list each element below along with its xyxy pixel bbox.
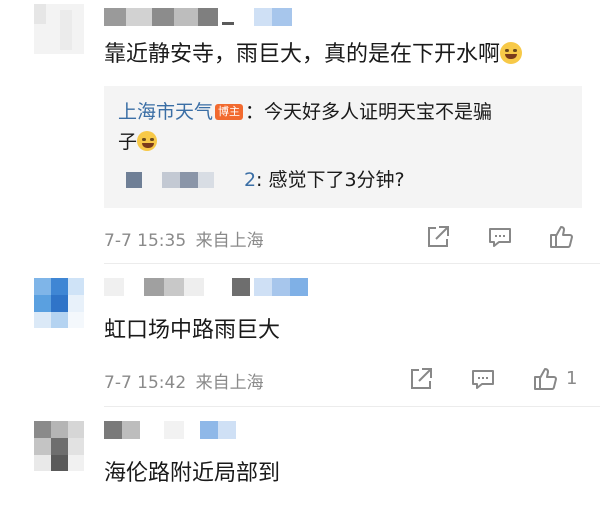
comment-button[interactable]	[487, 224, 513, 250]
avatar[interactable]	[34, 421, 84, 471]
reply-username[interactable]: 上海市天气	[118, 101, 213, 123]
share-icon	[428, 226, 449, 247]
reply-text: ：今天好多人证明天宝不是骗	[245, 101, 493, 123]
comment-item: 虹口场中路雨巨大 7-7 15:42 来自上海 1	[0, 264, 600, 406]
reply-text-cont: 子	[118, 131, 138, 153]
share-icon	[411, 368, 432, 389]
comment-meta: 7-7 15:42 来自上海	[104, 368, 264, 393]
share-button[interactable]	[425, 224, 451, 250]
username-redacted[interactable]	[104, 421, 324, 443]
thumbs-up-icon	[534, 368, 557, 390]
like-button[interactable]	[532, 366, 558, 392]
location: 来自上海	[195, 231, 264, 251]
avatar[interactable]	[34, 4, 84, 54]
like-count: 1	[566, 368, 578, 389]
comment-text: 海伦路附近局部到	[104, 461, 281, 486]
comment-item: 靠近静安寺，雨巨大，真的是在下开水啊 上海市天气 博主 ：今天好多人证明天宝不是骗 …	[0, 0, 600, 262]
avatar[interactable]	[34, 278, 84, 328]
comment-meta: 7-7 15:35 来自上海	[104, 226, 264, 251]
reply-box[interactable]: 上海市天气 博主 ：今天好多人证明天宝不是骗 子 2 : 感觉下了3分钟?	[104, 86, 582, 208]
reply-text: : 感觉下了3分钟?	[256, 169, 405, 191]
laughing-tears-emoji-icon	[500, 42, 523, 64]
comment-text: 靠近静安寺，雨巨大，真的是在下开水啊	[104, 40, 523, 70]
blogger-badge: 博主	[215, 104, 244, 120]
timestamp: 7-7 15:35	[104, 231, 187, 251]
reply-username-suffix[interactable]: 2	[244, 166, 256, 194]
thumbs-up-icon	[550, 226, 573, 248]
scared-face-emoji-icon	[137, 131, 158, 151]
share-button[interactable]	[408, 366, 434, 392]
username-redacted	[126, 172, 142, 188]
comment-button[interactable]	[470, 366, 496, 392]
comment-item: 海伦路附近局部到	[0, 407, 600, 507]
comment-icon	[472, 370, 494, 389]
comment-text: 虹口场中路雨巨大	[104, 318, 281, 343]
location: 来自上海	[195, 373, 264, 393]
username-redacted[interactable]	[104, 278, 324, 300]
like-button[interactable]	[548, 224, 574, 250]
comment-icon	[489, 228, 511, 247]
timestamp: 7-7 15:42	[104, 373, 187, 393]
username-redacted[interactable]	[104, 8, 304, 30]
